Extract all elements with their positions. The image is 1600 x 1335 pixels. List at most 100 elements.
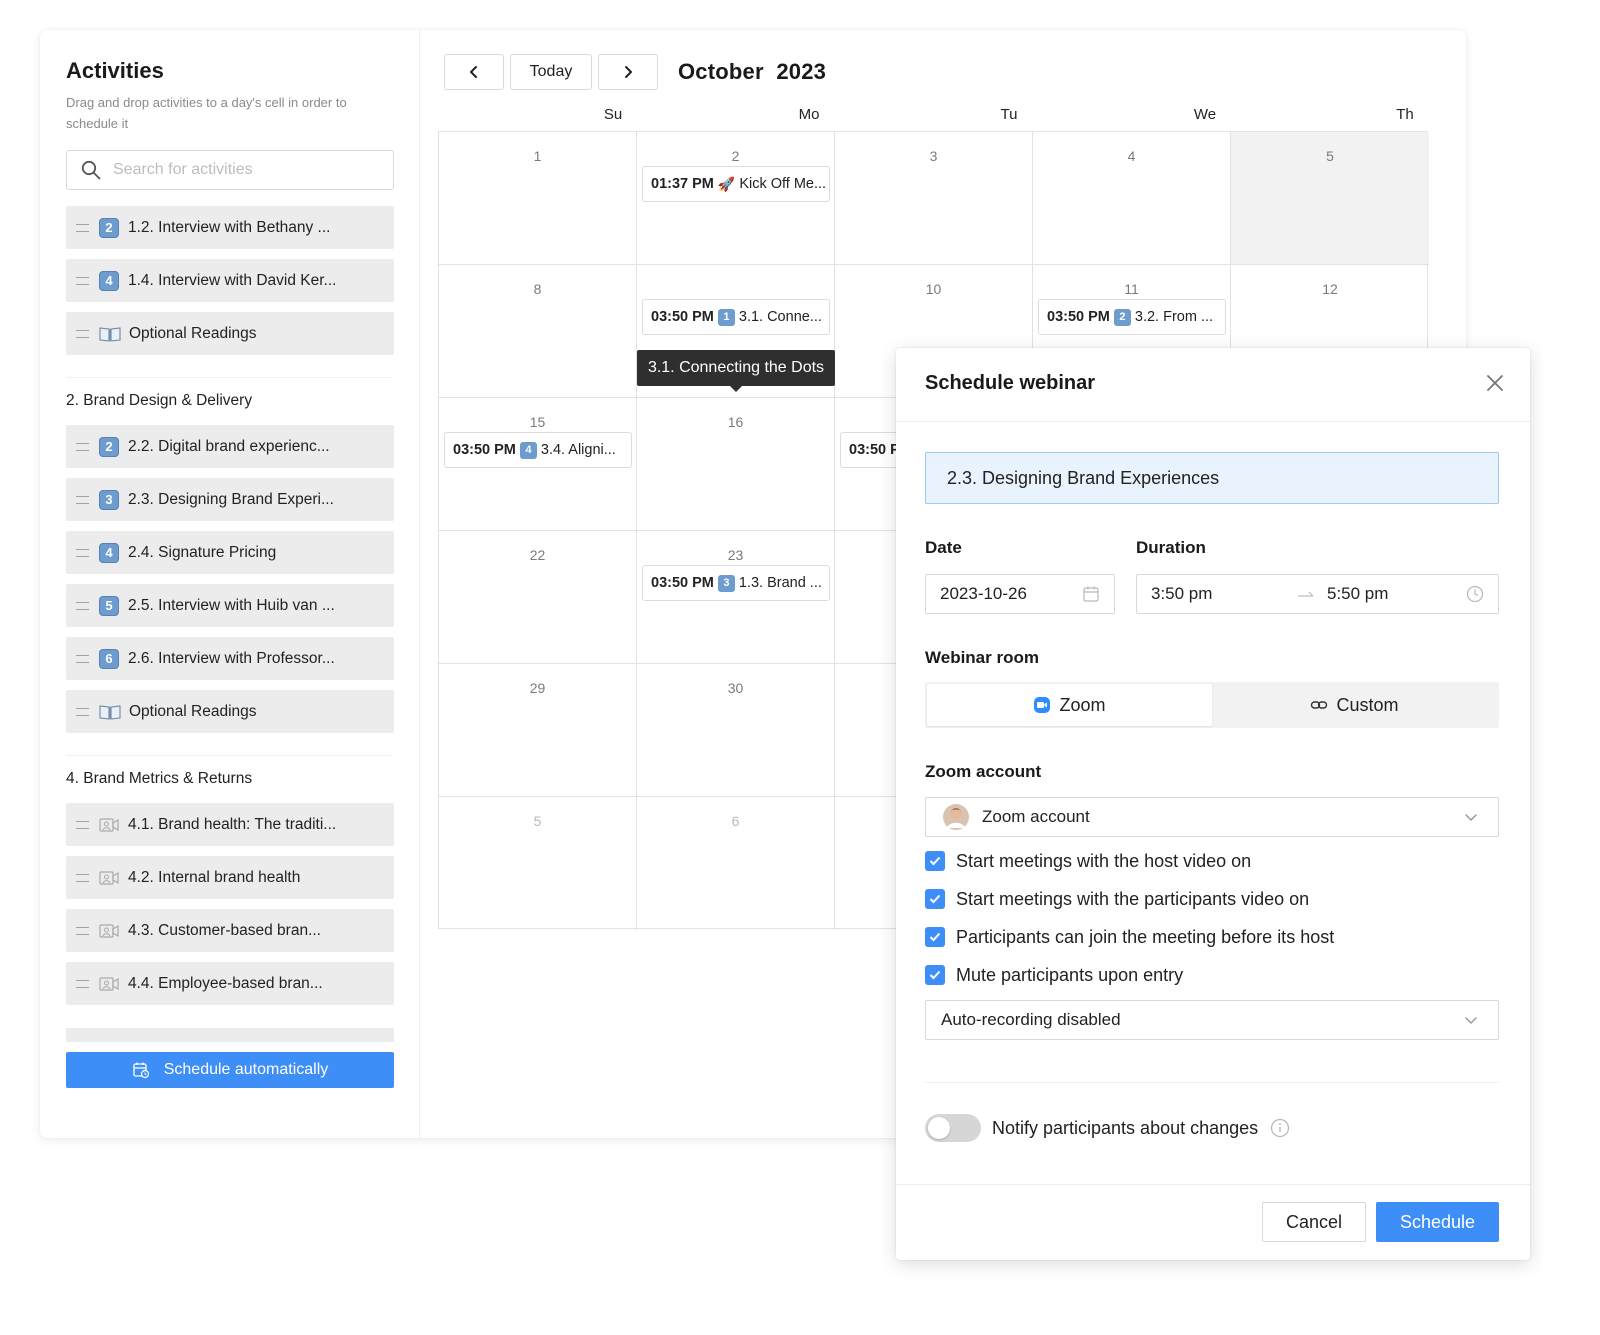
option-host-video[interactable]: Start meetings with the host video on xyxy=(925,849,1251,873)
activity-label: 1.2. Interview with Bethany ... xyxy=(128,218,331,236)
weekday-label: Tu xyxy=(1000,106,1018,123)
drag-handle-icon[interactable] xyxy=(76,873,89,882)
day-cell[interactable]: 16 xyxy=(637,398,835,531)
schedule-button[interactable]: Schedule xyxy=(1376,1202,1499,1242)
option-participants-video[interactable]: Start meetings with the participants vid… xyxy=(925,887,1309,911)
schedule-automatically-button[interactable]: Schedule automatically xyxy=(66,1052,394,1088)
drag-handle-icon[interactable] xyxy=(76,820,89,829)
number-badge: 4 xyxy=(519,441,537,459)
activity-item[interactable]: Optional Readings xyxy=(66,312,394,355)
number-badge: 2 xyxy=(1113,308,1131,326)
event-title: 3.4. Aligni... xyxy=(540,442,616,458)
day-number: 5 xyxy=(533,813,542,829)
calendar-icon xyxy=(1083,586,1099,602)
drag-handle-icon[interactable] xyxy=(76,329,89,338)
start-time-value[interactable]: 3:50 pm xyxy=(1151,584,1212,604)
day-cell[interactable]: 23 03:50 PM 3 1.3. Brand ... xyxy=(637,531,835,664)
activity-item[interactable]: Optional Readings xyxy=(66,690,394,733)
event-time: 03:50 P xyxy=(849,442,900,458)
room-option-custom[interactable]: Custom xyxy=(1212,684,1497,726)
activity-item[interactable]: 5 2.5. Interview with Huib van ... xyxy=(66,584,394,627)
activity-item[interactable]: 4.1. Brand health: The traditi... xyxy=(66,803,394,846)
activity-item[interactable]: 2 1.2. Interview with Bethany ... xyxy=(66,206,394,249)
notify-toggle[interactable] xyxy=(925,1114,981,1142)
day-cell[interactable]: 3 xyxy=(835,132,1033,265)
calendar-event[interactable]: 03:50 PM 1 3.1. Conne... xyxy=(642,299,830,335)
event-time: 03:50 PM xyxy=(651,575,714,591)
drag-handle-icon[interactable] xyxy=(76,979,89,988)
zoom-account-value: Zoom account xyxy=(982,807,1090,826)
info-icon[interactable] xyxy=(1270,1118,1290,1138)
activity-item[interactable]: 4 2.4. Signature Pricing xyxy=(66,531,394,574)
room-option-zoom[interactable]: Zoom xyxy=(927,684,1212,726)
day-number: 8 xyxy=(533,281,542,297)
number-badge: 2 xyxy=(99,217,119,238)
recording-select[interactable]: Auto-recording disabled xyxy=(925,1000,1499,1040)
option-mute-on-entry[interactable]: Mute participants upon entry xyxy=(925,963,1183,987)
link-icon xyxy=(1311,701,1328,709)
activity-label: 4.4. Employee-based bran... xyxy=(128,974,323,992)
day-number: 30 xyxy=(727,680,744,696)
drag-handle-icon[interactable] xyxy=(76,654,89,663)
duration-range-field[interactable]: 3:50 pm 5:50 pm xyxy=(1136,574,1499,614)
day-cell[interactable]: 30 xyxy=(637,664,835,797)
schedule-webinar-dialog: Schedule webinar 2.3. Designing Brand Ex… xyxy=(896,348,1530,1260)
activity-item[interactable]: 3 2.3. Designing Brand Experi... xyxy=(66,478,394,521)
activity-item[interactable]: 6 2.6. Interview with Professor... xyxy=(66,637,394,680)
drag-handle-icon[interactable] xyxy=(76,276,89,285)
day-cell[interactable]: 2 01:37 PM 🚀 Kick Off Me... xyxy=(637,132,835,265)
event-time: 03:50 PM xyxy=(1047,309,1110,325)
number-badge: 5 xyxy=(99,595,119,616)
date-field[interactable]: 2023-10-26 xyxy=(925,574,1115,614)
chevron-down-icon xyxy=(1465,814,1477,822)
drag-handle-icon[interactable] xyxy=(76,442,89,451)
drag-handle-icon[interactable] xyxy=(76,707,89,716)
day-cell[interactable]: 8 xyxy=(439,265,637,398)
prev-month-button[interactable] xyxy=(444,54,504,90)
checkbox-checked[interactable] xyxy=(925,927,945,947)
activity-item[interactable]: 4 1.4. Interview with David Ker... xyxy=(66,259,394,302)
checkbox-checked[interactable] xyxy=(925,889,945,909)
day-cell-today[interactable]: 5 xyxy=(1231,132,1429,265)
checkbox-checked[interactable] xyxy=(925,965,945,985)
zoom-account-select[interactable]: Zoom account xyxy=(925,797,1499,837)
arrow-right-icon xyxy=(1298,591,1314,597)
drag-handle-icon[interactable] xyxy=(76,601,89,610)
option-label: Start meetings with the host video on xyxy=(956,850,1252,871)
drag-handle-icon[interactable] xyxy=(76,223,89,232)
day-cell[interactable]: 4 xyxy=(1033,132,1231,265)
calendar-event[interactable]: 03:50 PM 4 3.4. Aligni... xyxy=(444,432,632,468)
drag-handle-icon[interactable] xyxy=(76,495,89,504)
activity-item[interactable]: 2 2.2. Digital brand experienc... xyxy=(66,425,394,468)
today-button[interactable]: Today xyxy=(510,54,592,90)
date-value: 2023-10-26 xyxy=(940,584,1027,603)
drag-handle-icon[interactable] xyxy=(76,548,89,557)
day-cell[interactable]: 5 xyxy=(439,797,637,930)
day-cell[interactable]: 15 03:50 PM 4 3.4. Aligni... xyxy=(439,398,637,531)
end-time-value[interactable]: 5:50 pm xyxy=(1327,584,1388,604)
next-month-button[interactable] xyxy=(598,54,658,90)
activity-item[interactable]: 4.3. Customer-based bran... xyxy=(66,909,394,952)
day-cell[interactable]: 22 xyxy=(439,531,637,664)
drag-handle-icon[interactable] xyxy=(76,926,89,935)
calendar-event[interactable]: 03:50 PM 3 1.3. Brand ... xyxy=(642,565,830,601)
search-input[interactable] xyxy=(113,161,373,179)
calendar-event[interactable]: 01:37 PM 🚀 Kick Off Me... xyxy=(642,166,830,202)
room-option-label: Custom xyxy=(1336,694,1399,715)
cancel-button[interactable]: Cancel xyxy=(1262,1202,1366,1242)
notify-row: Notify participants about changes xyxy=(925,1113,1290,1143)
room-option-label: Zoom xyxy=(1059,694,1106,715)
day-cell[interactable]: 1 xyxy=(439,132,637,265)
day-cell[interactable]: 6 xyxy=(637,797,835,930)
activity-item[interactable]: 4.2. Internal brand health xyxy=(66,856,394,899)
calendar-event[interactable]: 03:50 PM 2 3.2. From ... xyxy=(1038,299,1226,335)
chevron-left-icon xyxy=(470,66,477,78)
day-number: 16 xyxy=(727,414,744,430)
close-button[interactable] xyxy=(1484,372,1506,394)
schedule-automatically-label: Schedule automatically xyxy=(163,1061,329,1078)
option-join-before-host[interactable]: Participants can join the meeting before… xyxy=(925,925,1334,949)
day-cell[interactable]: 29 xyxy=(439,664,637,797)
number-badge: 2 xyxy=(99,436,119,457)
activity-item[interactable]: 4.4. Employee-based bran... xyxy=(66,962,394,1005)
checkbox-checked[interactable] xyxy=(925,851,945,871)
